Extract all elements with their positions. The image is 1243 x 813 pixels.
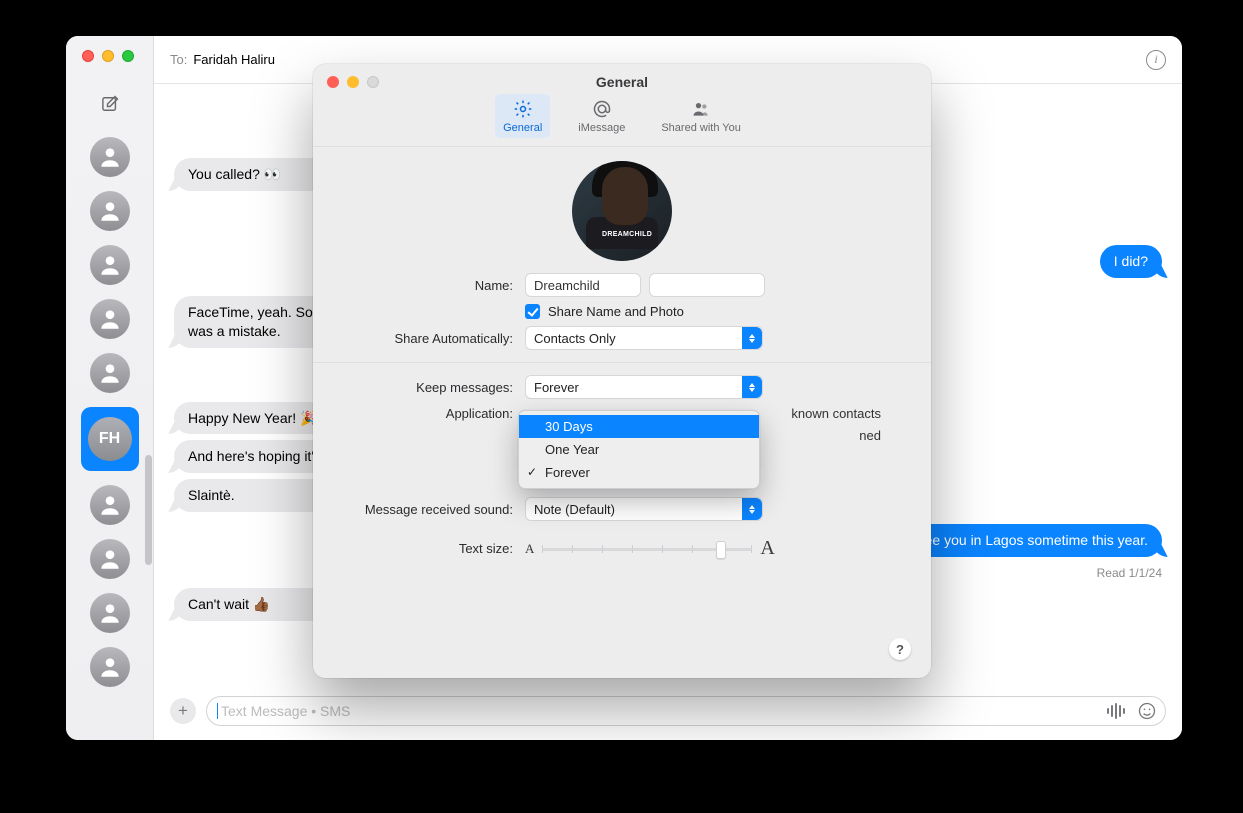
tab-general[interactable]: General bbox=[495, 94, 550, 138]
avatar: FH bbox=[88, 417, 132, 461]
dropdown-option-30-days[interactable]: 30 Days bbox=[519, 415, 759, 438]
select-value: Note (Default) bbox=[534, 502, 615, 517]
conversation-item-active[interactable]: FH bbox=[81, 407, 139, 471]
compose-button[interactable] bbox=[88, 94, 132, 117]
settings-title: General bbox=[313, 74, 931, 90]
input-bar: + Text Message • SMS bbox=[170, 696, 1166, 726]
dropdown-option-forever[interactable]: Forever bbox=[519, 461, 759, 484]
apps-button[interactable]: + bbox=[170, 698, 196, 724]
conversation-item[interactable] bbox=[90, 353, 130, 393]
emoji-picker-button[interactable] bbox=[1137, 701, 1157, 721]
to-label: To: bbox=[170, 52, 187, 67]
dropdown-option-one-year[interactable]: One Year bbox=[519, 438, 759, 461]
share-name-photo-checkbox[interactable] bbox=[525, 304, 540, 319]
select-value: Forever bbox=[534, 380, 579, 395]
keep-messages-select[interactable]: Forever bbox=[525, 375, 763, 399]
window-traffic-lights bbox=[66, 36, 153, 84]
message-outgoing: I did? bbox=[1100, 245, 1162, 278]
conversation-item[interactable] bbox=[90, 191, 130, 231]
profile-photo-text: DREAMCHILD bbox=[602, 231, 652, 238]
fullscreen-window-button[interactable] bbox=[122, 50, 134, 62]
last-name-field[interactable] bbox=[649, 273, 765, 297]
conversation-item[interactable] bbox=[90, 137, 130, 177]
dictation-icon[interactable] bbox=[1107, 703, 1129, 719]
tab-label: General bbox=[503, 122, 542, 134]
chevron-updown-icon bbox=[742, 376, 762, 398]
settings-body: DREAMCHILD Name: Share Name and Photo Sh… bbox=[313, 147, 931, 583]
profile-photo[interactable]: DREAMCHILD bbox=[572, 161, 672, 261]
text-size-slider[interactable] bbox=[542, 539, 752, 559]
tab-imessage[interactable]: iMessage bbox=[570, 94, 633, 138]
text-size-large-icon: A bbox=[760, 537, 774, 560]
text-cursor bbox=[217, 703, 218, 719]
conversation-list[interactable]: FH bbox=[66, 125, 153, 740]
first-name-field[interactable] bbox=[525, 273, 641, 297]
help-button[interactable]: ? bbox=[889, 638, 911, 660]
conversation-item[interactable] bbox=[90, 647, 130, 687]
minimize-window-button[interactable] bbox=[102, 50, 114, 62]
share-automatically-select[interactable]: Contacts Only bbox=[525, 326, 763, 350]
slider-thumb[interactable] bbox=[716, 541, 726, 559]
settings-window: General General iMessage Shared with You… bbox=[313, 64, 931, 678]
message-input[interactable]: Text Message • SMS bbox=[206, 696, 1166, 726]
tab-shared-with-you[interactable]: Shared with You bbox=[653, 94, 749, 138]
divider bbox=[313, 362, 931, 363]
sidebar-scrollbar[interactable] bbox=[145, 455, 152, 565]
text-size-small-icon: A bbox=[525, 541, 534, 557]
name-label: Name: bbox=[339, 278, 525, 293]
settings-tabbar: General iMessage Shared with You bbox=[313, 94, 931, 147]
chevron-updown-icon bbox=[742, 327, 762, 349]
application-label: Application: bbox=[339, 406, 525, 421]
tab-label: iMessage bbox=[578, 122, 625, 134]
conversation-item[interactable] bbox=[90, 299, 130, 339]
conversation-item[interactable] bbox=[90, 245, 130, 285]
keep-messages-label: Keep messages: bbox=[339, 380, 525, 395]
share-auto-label: Share Automatically: bbox=[339, 331, 525, 346]
tab-label: Shared with You bbox=[661, 122, 741, 134]
sidebar: FH bbox=[66, 36, 154, 740]
application-text-partial: known contacts bbox=[791, 406, 881, 421]
keep-messages-dropdown: 30 Days One Year Forever bbox=[518, 410, 760, 489]
message-placeholder: Text Message • SMS bbox=[221, 703, 350, 719]
received-sound-select[interactable]: Note (Default) bbox=[525, 497, 763, 521]
share-name-photo-label: Share Name and Photo bbox=[548, 304, 684, 319]
conversation-item[interactable] bbox=[90, 485, 130, 525]
conversation-item[interactable] bbox=[90, 593, 130, 633]
conversation-item[interactable] bbox=[90, 539, 130, 579]
chevron-updown-icon bbox=[742, 498, 762, 520]
application-text-partial: ned bbox=[859, 428, 881, 443]
recipient-name[interactable]: Faridah Haliru bbox=[193, 52, 275, 67]
close-window-button[interactable] bbox=[82, 50, 94, 62]
select-value: Contacts Only bbox=[534, 331, 616, 346]
details-button[interactable]: i bbox=[1146, 50, 1166, 70]
text-size-label: Text size: bbox=[339, 541, 525, 556]
received-sound-label: Message received sound: bbox=[339, 502, 525, 517]
